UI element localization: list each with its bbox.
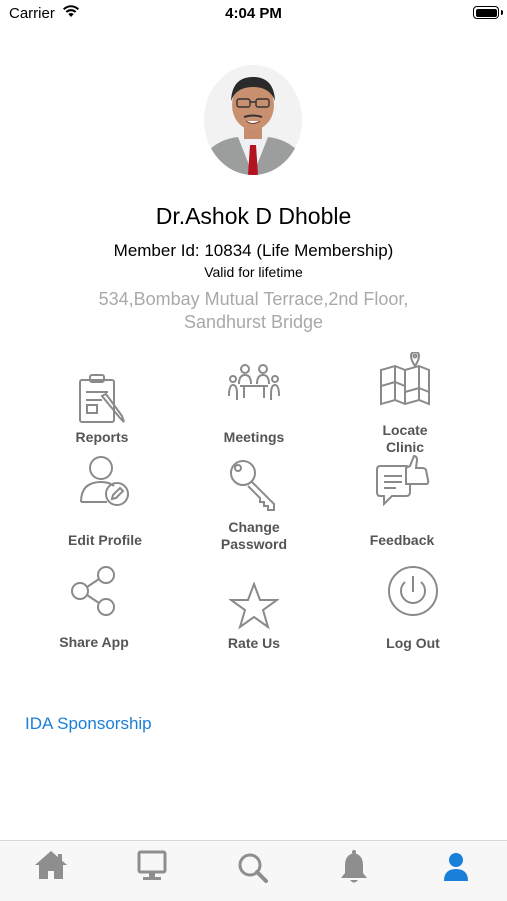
home-icon [35, 851, 67, 879]
locate-clinic-label: Locate Clinic [335, 422, 475, 456]
locate-clinic-button[interactable]: Locate Clinic [335, 352, 475, 456]
address-line-2: Sandhurst Bridge [183, 312, 324, 332]
meetings-button[interactable]: Meetings [184, 362, 324, 448]
battery-icon [473, 6, 503, 19]
edit-profile-label: Edit Profile [68, 532, 142, 548]
feedback-button[interactable]: Feedback [332, 454, 472, 550]
share-icon [71, 566, 115, 616]
membership-validity: Valid for lifetime [204, 264, 303, 280]
change-password-label-line-2: Password [220, 536, 288, 552]
tab-profile[interactable] [432, 847, 480, 887]
star-icon [229, 582, 279, 630]
feedback-icon [376, 454, 430, 506]
clock: 4:04 PM [225, 5, 282, 22]
reports-label: Reports [75, 429, 129, 445]
share-app-label: Share App [59, 634, 129, 650]
tab-home[interactable] [27, 847, 75, 887]
edit-profile-icon [80, 456, 129, 506]
ida-sponsorship-link[interactable]: IDA Sponsorship [25, 714, 152, 734]
map-pin-icon [380, 352, 430, 406]
reports-icon [79, 374, 125, 423]
tab-search[interactable] [229, 847, 277, 887]
member-id: Member Id: 10834 (Life Membership) [113, 241, 394, 260]
profile-name: Dr.Ashok D Dhoble [155, 203, 352, 229]
meetings-label: Meetings [223, 429, 285, 445]
tab-bar [0, 840, 507, 901]
log-out-label: Log Out [386, 635, 440, 651]
locate-clinic-label-line-1: Locate [382, 422, 428, 438]
meetings-icon [228, 364, 280, 400]
avatar [204, 65, 302, 175]
address-line-1: 534,Bombay Mutual Terrace,2nd Floor, [98, 289, 409, 309]
key-icon [230, 460, 275, 511]
rate-us-button[interactable]: Rate Us [184, 582, 324, 654]
bell-icon [341, 850, 367, 883]
change-password-label: Change Password [184, 519, 324, 553]
reports-button[interactable]: Reports [32, 368, 172, 448]
change-password-label-line-1: Change [228, 519, 280, 535]
log-out-button[interactable]: Log Out [343, 564, 483, 654]
edit-profile-button[interactable]: Edit Profile [35, 454, 175, 550]
change-password-button[interactable]: Change Password [184, 458, 324, 554]
tab-monitor[interactable] [128, 847, 176, 887]
power-icon [388, 566, 438, 616]
tab-notifications[interactable] [330, 847, 378, 887]
search-icon [238, 853, 268, 883]
address: 534,Bombay Mutual Terrace,2nd Floor, San… [60, 288, 447, 334]
feedback-label: Feedback [369, 532, 435, 548]
status-bar: Carrier 4:04 PM [0, 0, 507, 30]
rate-us-label: Rate Us [227, 635, 281, 651]
share-app-button[interactable]: Share App [24, 564, 164, 654]
user-icon [444, 853, 468, 881]
monitor-icon [137, 850, 167, 880]
